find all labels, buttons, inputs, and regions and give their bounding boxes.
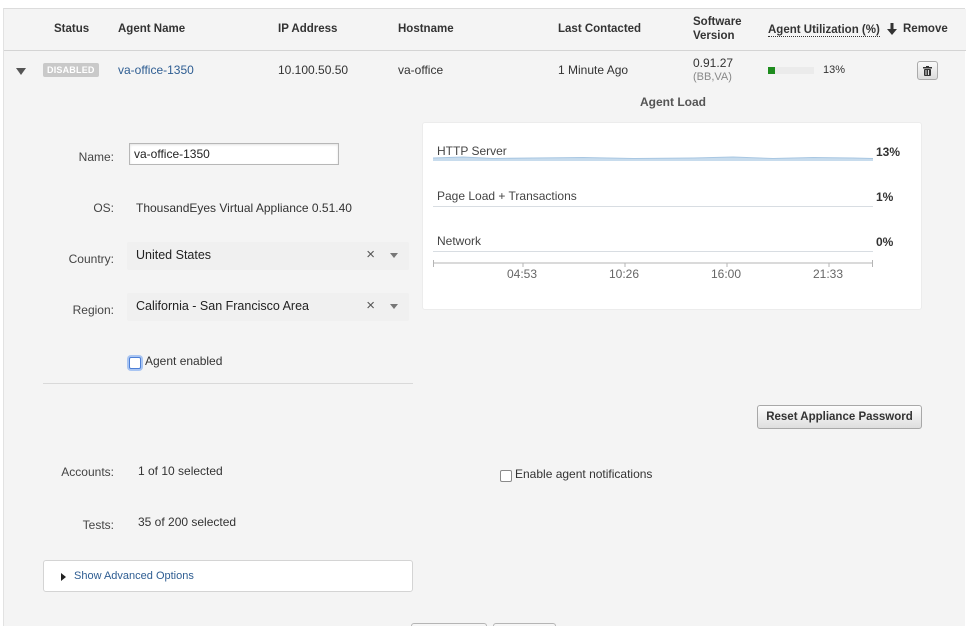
region-select-value: California - San Francisco Area xyxy=(136,299,309,313)
header-ip-address[interactable]: IP Address xyxy=(278,23,337,35)
header-hostname[interactable]: Hostname xyxy=(398,23,454,35)
agent-load-panel: HTTP Server 13% Page Load + Transactions… xyxy=(422,122,922,310)
header-software-version-line1: Software xyxy=(693,16,742,28)
table-header: Status Agent Name IP Address Hostname La… xyxy=(4,9,966,51)
metric-label-network: Network xyxy=(437,234,482,248)
agent-enabled-checkbox[interactable] xyxy=(129,357,141,369)
enable-notifications-checkbox[interactable] xyxy=(500,470,512,482)
network-sparkline xyxy=(433,251,873,252)
region-label: Region: xyxy=(72,303,114,317)
accounts-link[interactable]: 1 of 10 selected xyxy=(138,464,223,478)
country-label: Country: xyxy=(68,252,114,266)
agent-enabled-label[interactable]: Agent enabled xyxy=(145,354,222,368)
header-last-contacted[interactable]: Last Contacted xyxy=(558,23,641,35)
utilization-label: 13% xyxy=(823,64,846,76)
metric-value-http-server: 13% xyxy=(876,145,901,159)
metric-value-network: 0% xyxy=(876,235,894,249)
enable-notifications-label[interactable]: Enable agent notifications xyxy=(515,467,652,481)
show-advanced-options-link[interactable]: Show Advanced Options xyxy=(74,570,194,582)
country-select[interactable]: United States × xyxy=(127,242,409,270)
utilization-bar xyxy=(768,67,814,74)
reset-appliance-password-button[interactable]: Reset Appliance Password xyxy=(757,405,922,429)
trash-icon xyxy=(923,65,932,76)
agent-load-title: Agent Load xyxy=(640,95,706,109)
time-tick-label: 16:00 xyxy=(711,267,742,281)
ip-address-cell: 10.100.50.50 xyxy=(278,63,349,77)
software-version-cell: 0.91.27 xyxy=(693,56,734,70)
metric-value-page-load: 1% xyxy=(876,190,894,204)
hostname-cell: va-office xyxy=(398,63,444,77)
caret-right-icon xyxy=(61,573,66,581)
header-software-version-line2: Version xyxy=(693,30,735,42)
http-server-sparkline xyxy=(433,156,873,161)
status-badge: DISABLED xyxy=(43,63,99,77)
header-status[interactable]: Status xyxy=(54,23,89,35)
show-advanced-options[interactable]: Show Advanced Options xyxy=(43,560,413,592)
accounts-label: Accounts: xyxy=(61,465,114,479)
name-label: Name: xyxy=(78,150,114,164)
header-remove: Remove xyxy=(903,23,948,35)
agent-details-frame: Status Agent Name IP Address Hostname La… xyxy=(3,8,966,626)
page-load-sparkline xyxy=(433,206,873,207)
agent-name-link[interactable]: va-office-1350 xyxy=(118,63,194,77)
os-value: ThousandEyes Virtual Appliance 0.51.40 xyxy=(136,201,352,215)
region-select[interactable]: California - San Francisco Area × xyxy=(127,293,409,321)
name-field[interactable] xyxy=(129,143,339,165)
time-axis xyxy=(433,260,873,267)
chevron-down-icon[interactable] xyxy=(390,253,398,258)
time-tick-label: 10:26 xyxy=(609,267,640,281)
software-version-sub: (BB,VA) xyxy=(693,71,732,83)
chevron-down-icon[interactable] xyxy=(16,68,26,75)
country-clear-icon[interactable]: × xyxy=(366,246,375,263)
tests-link[interactable]: 35 of 200 selected xyxy=(138,515,236,529)
country-select-value: United States xyxy=(136,248,212,262)
table-row[interactable]: DISABLED va-office-1350 10.100.50.50 va-… xyxy=(4,51,966,91)
last-contacted-cell: 1 Minute Ago xyxy=(558,63,629,77)
header-agent-utilization[interactable]: Agent Utilization (%) xyxy=(768,23,897,37)
time-tick-label: 21:33 xyxy=(813,267,844,281)
tests-label: Tests: xyxy=(82,518,114,532)
header-software-version[interactable]: Software Version xyxy=(693,15,742,43)
time-tick-label: 04:53 xyxy=(507,267,538,281)
chevron-down-icon[interactable] xyxy=(390,304,398,309)
divider xyxy=(43,383,413,384)
os-label: OS: xyxy=(93,201,114,215)
remove-agent-button[interactable] xyxy=(917,61,938,80)
metric-label-page-load: Page Load + Transactions xyxy=(437,189,577,203)
sort-down-arrow-icon xyxy=(887,23,897,35)
header-agent-utilization-label: Agent Utilization (%) xyxy=(768,24,880,37)
header-agent-name[interactable]: Agent Name xyxy=(118,23,185,35)
utilization-fill xyxy=(768,67,775,74)
region-clear-icon[interactable]: × xyxy=(366,297,375,314)
